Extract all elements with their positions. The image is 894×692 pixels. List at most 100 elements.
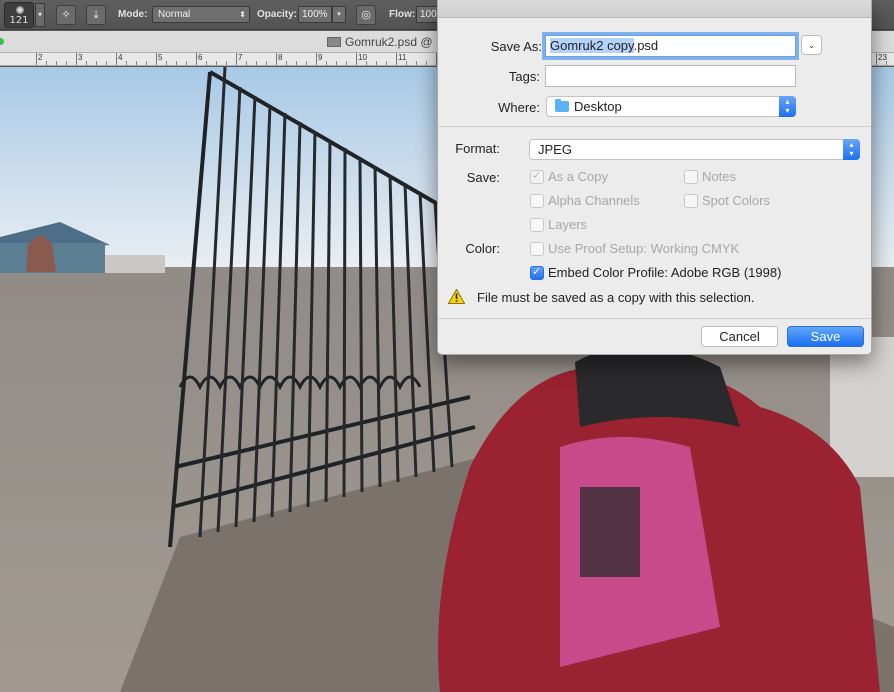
- ruler-minor-tick: [406, 61, 407, 65]
- where-value: Desktop: [574, 99, 622, 114]
- ruler-minor-tick: [66, 61, 67, 65]
- notes-label: Notes: [702, 169, 736, 184]
- save-options-label: Save:: [466, 170, 500, 185]
- format-value: JPEG: [538, 142, 572, 157]
- ruler-label: 11: [398, 53, 407, 62]
- ruler-label: 9: [318, 53, 323, 62]
- document-file-icon: [327, 37, 341, 47]
- folder-icon: [555, 99, 569, 112]
- alpha-channels-checkbox[interactable]: [530, 194, 544, 208]
- format-select[interactable]: JPEG ▴ ▾: [529, 139, 860, 160]
- ruler-minor-tick: [366, 61, 367, 65]
- as-a-copy-checkbox[interactable]: ✓: [530, 169, 544, 184]
- dialog-footer-divider: [438, 318, 871, 319]
- ruler-minor-tick: [346, 61, 347, 65]
- ruler-minor-tick: [146, 61, 147, 65]
- opacity-slider-arrow[interactable]: ▾: [332, 6, 346, 23]
- checkmark-icon: ✓: [532, 169, 542, 182]
- tags-label: Tags:: [508, 69, 540, 84]
- brush-preset-dropdown-arrow[interactable]: ▾: [35, 3, 45, 27]
- mode-select[interactable]: Normal ⬍: [152, 6, 250, 23]
- ruler-minor-tick: [326, 61, 327, 65]
- ruler-label: 3: [78, 53, 83, 62]
- ruler-minor-tick: [296, 61, 297, 65]
- ruler-minor-tick: [416, 61, 417, 65]
- ruler-minor-tick: [136, 61, 137, 65]
- brush-tip-icon: [16, 6, 24, 14]
- use-proof-setup-label: Use Proof Setup: Working CMYK: [548, 241, 740, 256]
- ruler-minor-tick: [246, 61, 247, 65]
- opacity-label: Opacity:: [257, 9, 298, 20]
- ruler-minor-tick: [176, 61, 177, 65]
- ruler-label: 2: [38, 53, 43, 62]
- warning-message: File must be saved as a copy with this s…: [477, 290, 755, 305]
- save-as-input[interactable]: Gomruk2 copy.psd: [545, 35, 796, 57]
- popup-stepper-icon: ▴ ▾: [779, 96, 796, 117]
- mode-value: Normal: [158, 9, 191, 20]
- brush-panel-toggle-icon[interactable]: ✧: [56, 5, 76, 25]
- ruler-minor-tick: [126, 61, 127, 65]
- ruler-minor-tick: [266, 61, 267, 65]
- ruler-minor-tick: [46, 61, 47, 65]
- where-label: Where:: [498, 100, 540, 115]
- tags-input[interactable]: [545, 65, 796, 87]
- flow-label: Flow:: [389, 9, 416, 20]
- mode-stepper-icon: ⬍: [239, 10, 246, 19]
- ruler-minor-tick: [426, 61, 427, 65]
- layers-label: Layers: [548, 217, 588, 232]
- document-tab[interactable]: Gomruk2.psd @ 16: [327, 35, 449, 49]
- ruler-label: 5: [158, 53, 163, 62]
- dialog-divider: [438, 126, 871, 127]
- ruler-minor-tick: [376, 61, 377, 65]
- ruler-minor-tick: [56, 61, 57, 65]
- embed-color-profile-label: Embed Color Profile: Adobe RGB (1998): [548, 265, 782, 280]
- save-dialog: Save As: Gomruk2 copy.psd ⌄ Tags: Where:…: [437, 0, 872, 355]
- alpha-channels-label: Alpha Channels: [548, 193, 640, 208]
- filename-extension-text: .psd: [633, 38, 659, 53]
- chevron-down-icon: ⌄: [807, 40, 816, 50]
- ruler-minor-tick: [106, 61, 107, 65]
- popup-stepper-icon: ▴ ▾: [843, 139, 860, 160]
- embed-color-profile-checkbox[interactable]: ✓: [530, 265, 544, 280]
- document-title: Gomruk2.psd @ 16: [345, 35, 450, 49]
- expand-dialog-button[interactable]: ⌄: [801, 35, 822, 55]
- format-label: Format:: [455, 141, 500, 156]
- brush-preset-picker[interactable]: 121: [4, 2, 34, 28]
- ruler-label: 8: [278, 53, 283, 62]
- ruler-minor-tick: [336, 61, 337, 65]
- ruler-minor-tick: [96, 61, 97, 65]
- brush-size-value: 121: [9, 15, 29, 26]
- document-status-dot: [0, 38, 4, 45]
- checkmark-icon: ✓: [532, 265, 542, 278]
- dialog-title-bar: [438, 0, 871, 18]
- save-button[interactable]: Save: [787, 326, 864, 347]
- ruler-minor-tick: [886, 61, 887, 65]
- spot-colors-checkbox[interactable]: [684, 194, 698, 208]
- ruler-minor-tick: [166, 61, 167, 65]
- opacity-input[interactable]: 100%: [298, 6, 332, 23]
- save-as-label: Save As:: [490, 39, 542, 54]
- filename-selected-text: Gomruk2 copy: [550, 38, 634, 53]
- layers-checkbox[interactable]: [530, 218, 544, 232]
- color-label: Color:: [465, 241, 500, 256]
- ruler-minor-tick: [226, 61, 227, 65]
- notes-checkbox[interactable]: [684, 170, 698, 184]
- as-a-copy-label: As a Copy: [548, 169, 608, 184]
- spot-colors-label: Spot Colors: [702, 193, 770, 208]
- ruler-minor-tick: [216, 61, 217, 65]
- ruler-label: 7: [238, 53, 243, 62]
- ruler-minor-tick: [186, 61, 187, 65]
- where-select[interactable]: Desktop ▴ ▾: [546, 96, 796, 117]
- ruler-minor-tick: [206, 61, 207, 65]
- warning-icon: [448, 289, 465, 304]
- ruler-label: 6: [198, 53, 203, 62]
- ruler-minor-tick: [306, 61, 307, 65]
- clone-source-icon[interactable]: ⤓: [86, 5, 106, 25]
- use-proof-setup-checkbox[interactable]: [530, 242, 544, 256]
- mode-label: Mode:: [118, 9, 148, 20]
- ruler-minor-tick: [286, 61, 287, 65]
- pressure-opacity-icon[interactable]: ◎: [356, 5, 376, 25]
- cancel-button[interactable]: Cancel: [701, 326, 778, 347]
- ruler-minor-tick: [386, 61, 387, 65]
- ruler-minor-tick: [256, 61, 257, 65]
